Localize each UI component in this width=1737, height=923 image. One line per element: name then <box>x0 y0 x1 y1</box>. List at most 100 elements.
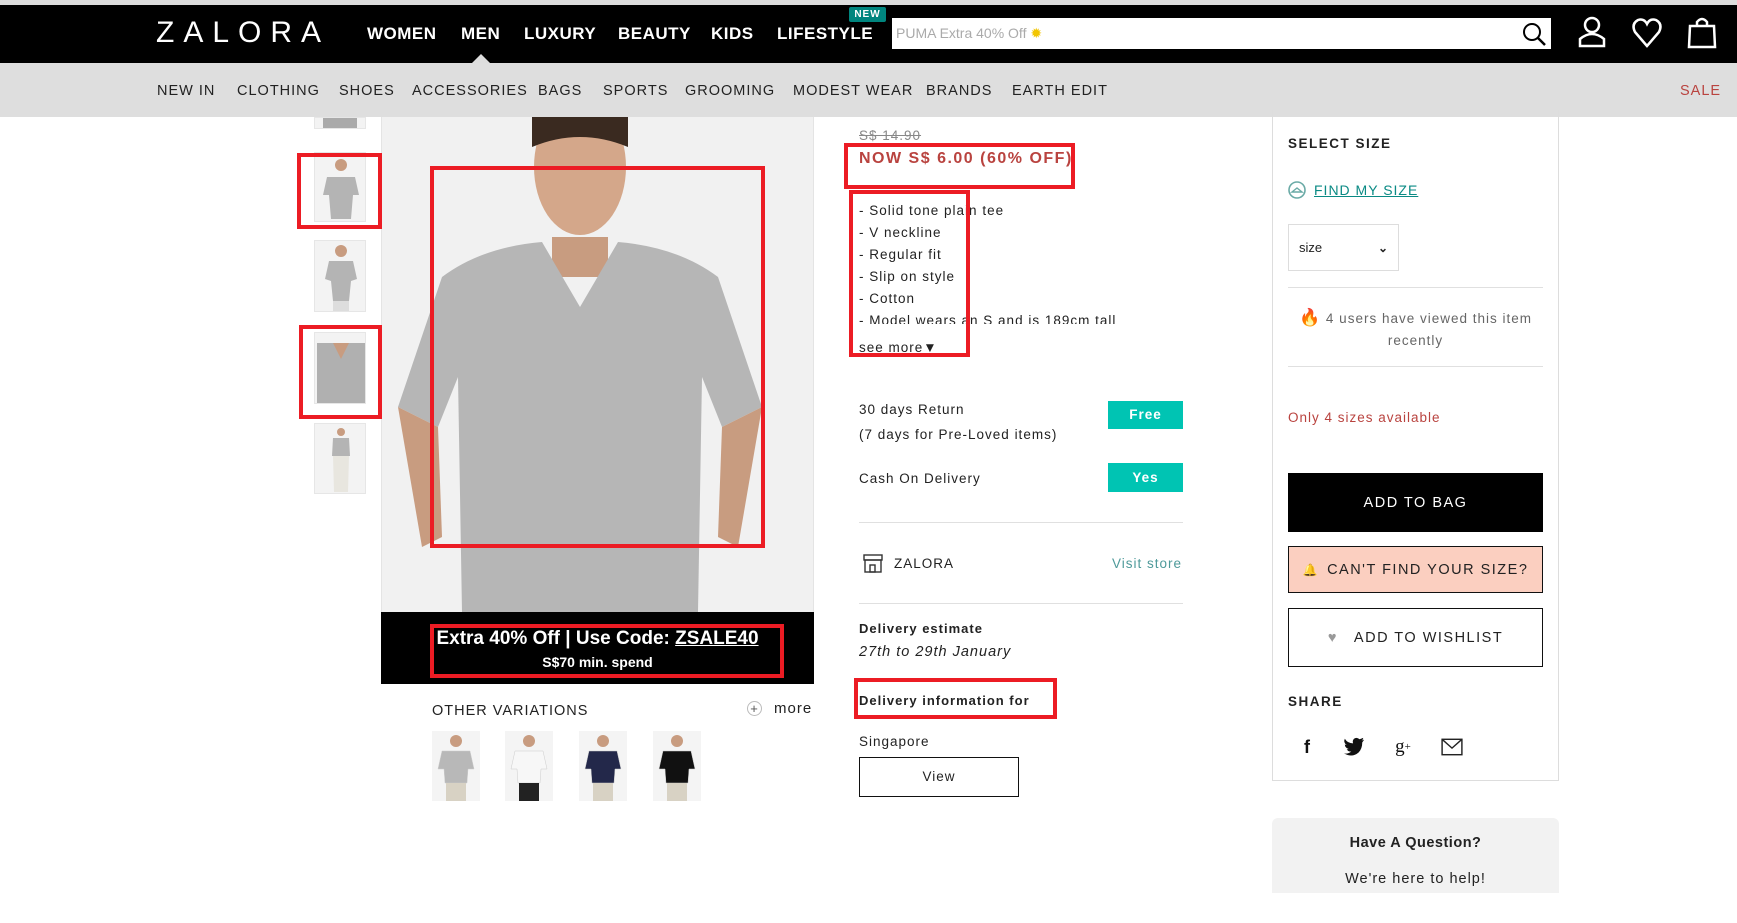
bullet: - Model wears an S and is 189cm tall <box>859 313 1117 324</box>
active-nav-caret <box>472 54 490 63</box>
subnav-brands[interactable]: BRANDS <box>926 83 992 99</box>
variation-thumbnail[interactable] <box>579 731 627 801</box>
add-to-wishlist-button[interactable]: ♥ ADD TO WISHLIST <box>1288 608 1543 667</box>
help-box[interactable]: Have A Question? We're here to help! <box>1272 818 1559 893</box>
select-size-title: SELECT SIZE <box>1288 136 1392 151</box>
recently-viewed-notice: 🔥 4 users have viewed this item recently <box>1288 307 1543 352</box>
chevron-down-icon: ⌄ <box>1377 240 1388 255</box>
sun-icon: ✹ <box>1030 25 1043 41</box>
nav-lifestyle[interactable]: LIFESTYLE <box>777 24 873 44</box>
thumbnail[interactable] <box>314 117 366 129</box>
subnav-bags[interactable]: BAGS <box>538 83 582 99</box>
divider <box>1288 287 1543 288</box>
thumbnail[interactable] <box>314 152 366 222</box>
product-main-image[interactable] <box>381 117 814 612</box>
search-icon[interactable] <box>1520 20 1548 48</box>
bullet: - Slip on style <box>859 269 956 284</box>
return-label: 30 days Return <box>859 402 965 417</box>
nav-women[interactable]: WOMEN <box>367 24 437 44</box>
bell-icon: 🔔 <box>1302 562 1320 577</box>
bullet: - V neckline <box>859 225 942 240</box>
store-icon <box>863 554 883 573</box>
heart-icon[interactable] <box>1630 14 1664 50</box>
search-placeholder: PUMA Extra 40% Off <box>896 25 1027 41</box>
hanger-icon <box>1288 181 1306 199</box>
plus-icon: + <box>747 701 762 716</box>
subnav-clothing[interactable]: CLOTHING <box>237 83 320 99</box>
subnav-new-in[interactable]: NEW IN <box>157 83 215 99</box>
bag-icon[interactable] <box>1685 14 1719 50</box>
return-free-badge: Free <box>1108 401 1183 429</box>
model-photo <box>398 117 762 612</box>
email-icon[interactable] <box>1441 736 1463 758</box>
fire-icon: 🔥 <box>1298 308 1322 327</box>
subnav-modest-wear[interactable]: MODEST WEAR <box>793 83 913 99</box>
nav-luxury[interactable]: LUXURY <box>524 24 596 44</box>
caret-down-icon: ▼ <box>923 340 938 355</box>
model-thumb-image <box>317 343 365 403</box>
visit-store-link[interactable]: Visit store <box>1112 556 1182 571</box>
facebook-icon[interactable]: f <box>1296 736 1318 758</box>
size-select-value: size <box>1299 240 1323 255</box>
promo-text: Extra 40% Off | Use Code: <box>436 628 676 649</box>
bullet: - Solid tone plain tee <box>859 203 1005 218</box>
variation-thumbnail[interactable] <box>432 731 480 801</box>
sale-price: NOW S$ 6.00 (60% OFF) <box>859 150 1073 167</box>
subnav-sale[interactable]: SALE <box>1680 83 1721 99</box>
divider <box>1288 366 1543 367</box>
share-title: SHARE <box>1288 694 1343 709</box>
delivery-estimate-label: Delivery estimate <box>859 621 983 636</box>
nav-kids[interactable]: KIDS <box>711 24 754 44</box>
promo-code: ZSALE40 <box>675 628 759 649</box>
nav-beauty[interactable]: BEAUTY <box>618 24 691 44</box>
search-input[interactable]: PUMA Extra 40% Off ✹ <box>892 18 1551 49</box>
purchase-panel <box>1272 110 1559 781</box>
product-description: - Solid tone plain tee - V neckline - Re… <box>859 200 1116 324</box>
divider <box>859 603 1183 604</box>
nav-men[interactable]: MEN <box>461 24 500 44</box>
google-plus-icon[interactable]: g + <box>1392 736 1414 758</box>
cant-find-size-button[interactable]: 🔔 CAN'T FIND YOUR SIZE? <box>1288 546 1543 593</box>
delivery-country: Singapore <box>859 734 930 749</box>
account-icon[interactable] <box>1575 14 1609 50</box>
original-price: S$ 14.90 <box>859 128 922 143</box>
subnav-grooming[interactable]: GROOMING <box>685 83 775 99</box>
subnav-accessories[interactable]: ACCESSORIES <box>412 83 528 99</box>
see-more-link[interactable]: see more▼ <box>859 340 938 356</box>
thumbnail[interactable] <box>314 240 366 312</box>
thumbnail[interactable] <box>314 332 366 404</box>
cant-find-size-label: CAN'T FIND YOUR SIZE? <box>1327 561 1529 578</box>
variation-thumbnail[interactable] <box>505 731 553 801</box>
divider <box>859 522 1183 523</box>
heart-icon: ♥ <box>1327 629 1338 646</box>
viewed-text: 4 users have viewed this item recently <box>1325 311 1533 348</box>
bullet: - Cotton <box>859 291 916 306</box>
thumbnail[interactable] <box>314 423 366 494</box>
sizes-available-notice: Only 4 sizes available <box>1288 410 1441 425</box>
twitter-icon[interactable] <box>1343 736 1365 758</box>
see-more-label: see more <box>859 340 924 355</box>
view-delivery-button[interactable]: View <box>859 757 1019 797</box>
add-to-bag-button[interactable]: ADD TO BAG <box>1288 473 1543 532</box>
new-badge: NEW <box>849 7 886 22</box>
help-subtitle: We're here to help! <box>1345 871 1486 887</box>
subnav-shoes[interactable]: SHOES <box>339 83 395 99</box>
seller-name: ZALORA <box>894 556 955 571</box>
subnav-sports[interactable]: SPORTS <box>603 83 668 99</box>
add-to-wishlist-label: ADD TO WISHLIST <box>1353 629 1504 646</box>
more-variations-button[interactable]: + more <box>747 700 812 717</box>
bullet: - Regular fit <box>859 247 942 262</box>
help-title: Have A Question? <box>1349 835 1482 851</box>
promo-min-spend: S$70 min. spend <box>542 654 653 670</box>
subnav-earth-edit[interactable]: EARTH EDIT <box>1012 83 1108 99</box>
zalora-logo[interactable]: ZALORA <box>156 16 330 50</box>
variation-thumbnail[interactable] <box>653 731 701 801</box>
model-thumb-image <box>325 245 357 311</box>
promo-banner[interactable]: Extra 40% Off | Use Code: ZSALE40 S$70 m… <box>381 612 814 684</box>
add-to-bag-label: ADD TO BAG <box>1363 494 1468 511</box>
delivery-info-label: Delivery information for <box>859 693 1030 708</box>
model-thumb-image <box>332 428 350 492</box>
size-select[interactable]: size ⌄ <box>1288 224 1399 271</box>
find-my-size-link[interactable]: FIND MY SIZE <box>1288 181 1418 199</box>
find-my-size-label: FIND MY SIZE <box>1314 182 1419 198</box>
